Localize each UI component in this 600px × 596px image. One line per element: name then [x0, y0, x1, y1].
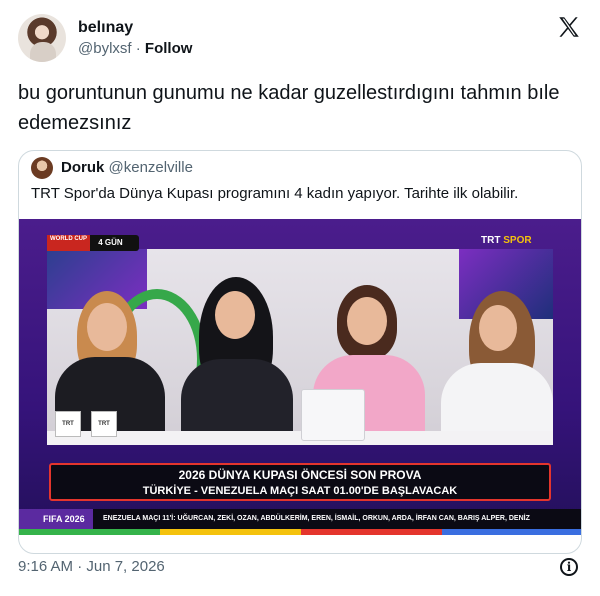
- world-cup-badge: WORLD CUP 4 GÜN: [47, 235, 139, 251]
- trt-mug-right: TRT: [91, 411, 117, 437]
- world-cup-label: WORLD CUP: [47, 235, 90, 251]
- lower-third-headline: 2026 DÜNYA KUPASI ÖNCESİ SON PROVA: [178, 468, 422, 482]
- tweet-text: bu goruntunun gunumu ne kadar guzellestı…: [18, 82, 560, 134]
- trt-spor-logo: TRT SPOR: [481, 235, 532, 246]
- tweet-timestamp[interactable]: 9:16 AM · Jun 7, 2026: [18, 558, 165, 575]
- ticker-text: ENEZUELA MAÇI 11'İ: UĞURCAN, ZEKİ, OZAN,…: [103, 515, 530, 522]
- follow-button[interactable]: Follow: [145, 40, 193, 57]
- tweet-author-handle[interactable]: @bylxsf: [78, 40, 132, 57]
- quoted-author-avatar: [31, 157, 53, 179]
- presenter-4: [439, 291, 553, 439]
- quoted-tweet-text: TRT Spor'da Dünya Kupası programını 4 ka…: [31, 185, 519, 202]
- ticker-label: FIFA 2026: [19, 509, 93, 529]
- presenter-2: [177, 277, 297, 439]
- days-countdown: 4 GÜN: [98, 238, 123, 247]
- handle-separator: ·: [135, 40, 141, 57]
- trt-mug-left: TRT: [55, 411, 81, 437]
- lower-third-subheadline: TÜRKİYE - VENEZUELA MAÇI SAAT 01.00'DE B…: [142, 485, 458, 497]
- x-logo-icon[interactable]: [556, 14, 582, 40]
- info-icon[interactable]: i: [560, 558, 578, 576]
- tweet-author-handle-row: @bylxsf · Follow: [78, 40, 192, 57]
- quoted-tweet-card[interactable]: Doruk @kenzelville TRT Spor'da Dünya Kup…: [18, 150, 582, 554]
- tweet-author-name[interactable]: belınay: [78, 19, 133, 37]
- studio-background: [47, 249, 553, 439]
- studio-desk: [47, 431, 553, 445]
- quoted-media-image[interactable]: TRT TRT WORLD CUP 4 GÜN TRT SPOR 2026 DÜ…: [19, 219, 581, 535]
- news-ticker: FIFA 2026 ENEZUELA MAÇI 11'İ: UĞURCAN, Z…: [19, 509, 581, 529]
- lower-third-caption: 2026 DÜNYA KUPASI ÖNCESİ SON PROVA TÜRKİ…: [49, 463, 551, 501]
- quoted-author-name: Doruk: [61, 159, 105, 176]
- tweet-author-avatar[interactable]: [18, 14, 66, 62]
- laptop-icon: [301, 389, 365, 441]
- spor-logo-text: SPOR: [503, 235, 532, 246]
- quoted-author: Doruk @kenzelville: [61, 159, 193, 176]
- trt-logo-text: TRT: [481, 235, 501, 246]
- quoted-author-handle: @kenzelville: [108, 159, 193, 176]
- ticker-color-bar: [19, 529, 581, 535]
